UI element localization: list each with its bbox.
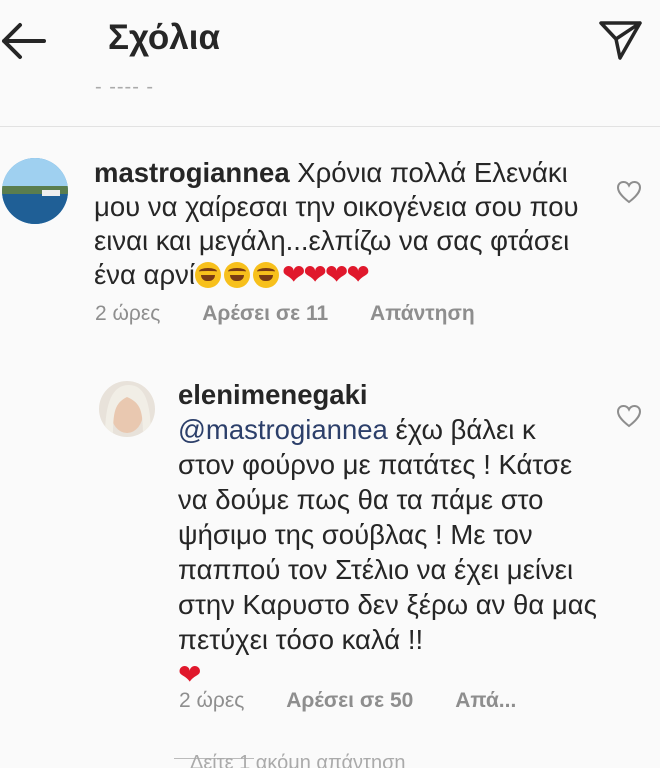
truncated-text-top: - ---- - [95,84,155,98]
comment-meta: 2 ώρες Αρέσει σε 50 Απά... [179,689,552,713]
mention-link[interactable]: @mastrogiannea [178,414,388,445]
comment-meta: 2 ώρες Αρέσει σε 11 Απάντηση [95,302,511,326]
reply-button[interactable]: Απά... [455,689,516,712]
comment-text: έχω βάλει κ στον φούρνο με πατάτες ! Κάτ… [178,414,597,655]
likes-count[interactable]: Αρέσει σε 11 [202,302,328,325]
laughing-emoji-icon [223,262,250,288]
view-replies-link[interactable]: Δείτε 1 ακόμη απάντηση [190,752,450,768]
likes-count[interactable]: Αρέσει σε 50 [286,689,413,712]
comment-username[interactable]: mastrogiannea [94,157,290,188]
laughing-emoji-icon [252,262,279,288]
comment-username[interactable]: elenimenegaki [178,379,368,410]
reply-button[interactable]: Απάντηση [370,302,475,325]
avatar[interactable] [99,381,155,437]
share-button[interactable] [596,14,646,64]
divider [0,126,660,127]
red-heart-emoji-icon: ❤❤❤❤ [281,259,370,290]
arrow-left-icon [2,23,46,59]
comment-time: 2 ώρες [95,302,161,325]
comment-body: @mastrogiannea έχω βάλει κ στον φούρνο μ… [178,412,598,692]
like-heart-icon[interactable] [616,404,642,428]
emoji-group: ❤❤❤❤ [194,259,370,290]
paper-plane-icon [599,21,642,60]
comment-time: 2 ώρες [179,689,245,712]
reply-username-line: elenimenegaki [178,378,368,412]
header: Σχόλια [0,0,660,86]
laughing-emoji-icon [194,262,221,288]
page-title: Σχόλια [108,18,220,57]
avatar[interactable] [2,158,68,224]
comment-body: mastrogiannea Χρόνια πολλά Ελενάκι μου ν… [94,156,594,292]
red-heart-emoji-icon: ❤ [178,659,201,690]
like-heart-icon[interactable] [616,180,642,204]
back-button[interactable] [0,18,52,64]
